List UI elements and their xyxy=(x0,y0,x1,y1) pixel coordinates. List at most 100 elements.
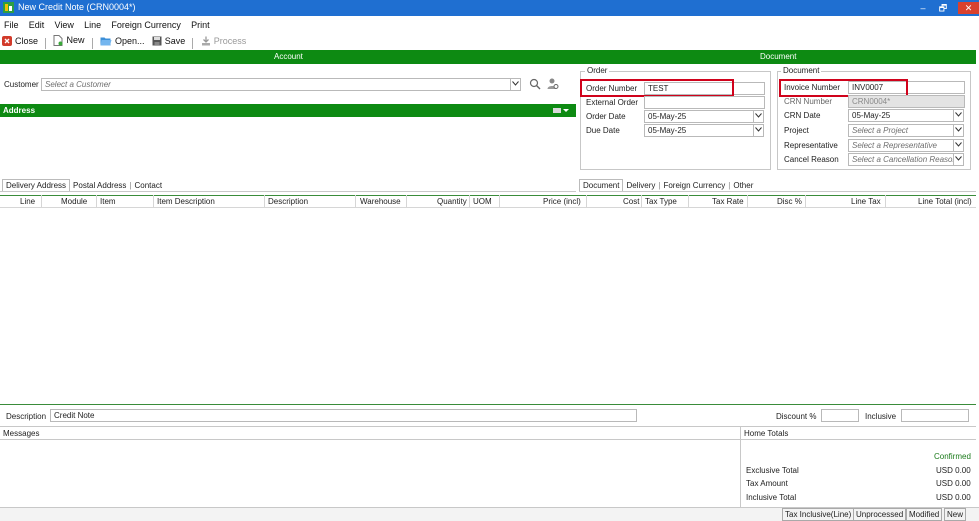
external-order-input[interactable] xyxy=(644,96,765,109)
menu-print[interactable]: Print xyxy=(191,18,210,32)
column-tax-type[interactable]: Tax Type xyxy=(645,196,677,208)
chevron-down-icon xyxy=(955,156,962,161)
column-quantity[interactable]: Quantity xyxy=(437,196,467,208)
column-disc-percent[interactable]: Disc % xyxy=(777,196,802,208)
discount-input[interactable] xyxy=(821,409,859,422)
column-separator xyxy=(688,195,689,208)
close-button[interactable]: Close xyxy=(2,34,38,48)
column-warehouse[interactable]: Warehouse xyxy=(360,196,401,208)
project-dropdown[interactable] xyxy=(953,124,964,137)
status-unprocessed: Unprocessed xyxy=(853,508,907,521)
exclusive-total-label: Exclusive Total xyxy=(746,466,799,475)
order-date-dropdown[interactable] xyxy=(753,110,764,123)
title-bar: New Credit Note (CRN0004*) – 🗗 ✕ xyxy=(0,0,979,16)
address-menu-icon[interactable] xyxy=(553,107,569,114)
customer-dropdown-arrow[interactable] xyxy=(510,78,521,91)
order-date-label: Order Date xyxy=(586,112,626,121)
lines-grid[interactable] xyxy=(0,195,976,405)
column-description[interactable]: Description xyxy=(268,196,308,208)
order-group-title: Order xyxy=(585,66,610,76)
inclusive-total-value: USD 0.00 xyxy=(936,493,971,502)
divider xyxy=(741,439,976,440)
order-date-input[interactable]: 05-May-25 xyxy=(644,110,754,123)
column-item-description[interactable]: Item Description xyxy=(157,196,215,208)
divider xyxy=(0,191,576,192)
crn-date-dropdown[interactable] xyxy=(953,109,964,122)
column-line[interactable]: Line xyxy=(20,196,35,208)
chevron-down-icon xyxy=(755,113,762,118)
cancel-reason-label: Cancel Reason xyxy=(784,155,839,164)
tax-amount-value: USD 0.00 xyxy=(936,479,971,488)
section-header: Account Document xyxy=(0,50,976,64)
column-module[interactable]: Module xyxy=(61,196,87,208)
due-date-dropdown[interactable] xyxy=(753,124,764,137)
status-modified: Modified xyxy=(906,508,943,521)
column-separator xyxy=(406,195,407,208)
order-number-highlight xyxy=(580,79,734,97)
grid-header: Line Module Item Item Description Descri… xyxy=(0,195,976,208)
menu-bar: File Edit View Line Foreign Currency Pri… xyxy=(0,18,214,32)
menu-file[interactable]: File xyxy=(4,18,19,32)
column-line-total-incl[interactable]: Line Total (incl) xyxy=(918,196,972,208)
external-order-label: External Order xyxy=(586,98,639,107)
column-item[interactable]: Item xyxy=(100,196,116,208)
project-label: Project xyxy=(784,126,809,135)
status-confirmed: Confirmed xyxy=(934,452,971,461)
due-date-label: Due Date xyxy=(586,126,620,135)
column-cost[interactable]: Cost xyxy=(623,196,639,208)
customer-label: Customer xyxy=(4,80,39,89)
column-price-incl[interactable]: Price (incl) xyxy=(543,196,581,208)
column-separator xyxy=(885,195,886,208)
column-line-tax[interactable]: Line Tax xyxy=(851,196,881,208)
representative-label: Representative xyxy=(784,141,838,150)
chevron-down-icon xyxy=(955,142,962,147)
restore-button[interactable]: 🗗 xyxy=(934,2,952,14)
document-group-title: Document xyxy=(781,66,822,76)
search-icon[interactable] xyxy=(529,78,541,90)
representative-dropdown[interactable] xyxy=(953,139,964,152)
column-separator xyxy=(747,195,748,208)
chevron-down-icon xyxy=(955,112,962,117)
new-button[interactable]: New xyxy=(53,33,85,47)
menu-edit[interactable]: Edit xyxy=(29,18,45,32)
column-separator xyxy=(805,195,806,208)
account-section-title: Account xyxy=(274,52,303,61)
representative-select[interactable]: Select a Representative xyxy=(848,139,954,152)
menu-foreign-currency[interactable]: Foreign Currency xyxy=(111,18,181,32)
process-icon xyxy=(201,36,210,45)
cancel-reason-dropdown[interactable] xyxy=(953,153,964,166)
crn-date-input[interactable]: 05-May-25 xyxy=(848,109,954,122)
chevron-down-icon xyxy=(755,127,762,132)
close-icon xyxy=(2,35,12,46)
project-select[interactable]: Select a Project xyxy=(848,124,954,137)
close-window-button[interactable]: ✕ xyxy=(958,2,979,14)
column-uom[interactable]: UOM xyxy=(473,196,492,208)
column-tax-rate[interactable]: Tax Rate xyxy=(712,196,744,208)
inclusive-total-label: Inclusive Total xyxy=(746,493,797,502)
process-button[interactable]: Process xyxy=(201,34,246,48)
column-separator xyxy=(153,195,154,208)
column-separator xyxy=(96,195,97,208)
cancel-reason-select[interactable]: Select a Cancellation Reason xyxy=(848,153,954,166)
save-button[interactable]: Save xyxy=(152,34,185,48)
menu-view[interactable]: View xyxy=(55,18,74,32)
column-separator xyxy=(499,195,500,208)
inclusive-label: Inclusive xyxy=(865,412,897,421)
column-separator xyxy=(469,195,470,208)
minimize-button[interactable]: – xyxy=(914,2,932,14)
save-icon xyxy=(152,36,162,45)
customer-input[interactable]: Select a Customer xyxy=(41,78,511,91)
menu-line[interactable]: Line xyxy=(84,18,101,32)
toolbar-separator xyxy=(45,37,47,49)
customer-details-icon[interactable] xyxy=(546,77,559,90)
column-separator xyxy=(586,195,587,208)
divider xyxy=(0,426,976,427)
due-date-input[interactable]: 05-May-25 xyxy=(644,124,754,137)
inclusive-input[interactable] xyxy=(901,409,969,422)
open-button[interactable]: Open... xyxy=(100,34,145,48)
divider xyxy=(579,191,976,192)
column-separator xyxy=(641,195,642,208)
app-icon xyxy=(3,2,14,13)
description-input[interactable]: Credit Note xyxy=(50,409,637,422)
toolbar-separator xyxy=(192,37,194,49)
